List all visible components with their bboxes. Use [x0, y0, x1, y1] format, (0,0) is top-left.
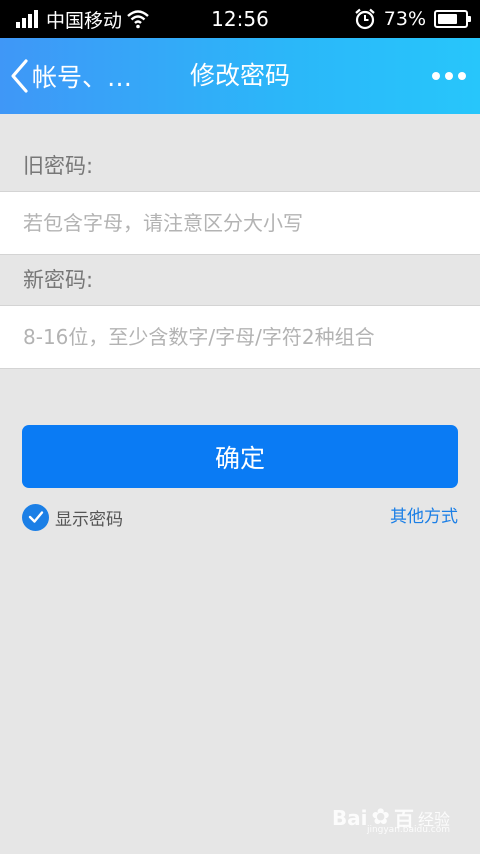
checkmark-icon — [22, 503, 49, 531]
watermark-url: jingyan.baidu.com — [366, 825, 450, 835]
more-dot-icon — [458, 72, 466, 80]
confirm-button[interactable]: 确定 — [22, 425, 458, 488]
battery-percent: 73% — [383, 8, 426, 30]
navigation-bar: 帐号、… 修改密码 — [0, 38, 480, 114]
watermark-brand: Bai — [331, 805, 368, 830]
signal-strength-icon — [16, 10, 38, 28]
other-method-link[interactable]: 其他方式 — [390, 503, 458, 531]
new-password-row — [0, 305, 480, 369]
new-password-label: 新密码: — [23, 268, 94, 292]
more-dot-icon — [445, 72, 453, 80]
old-password-row — [0, 191, 480, 255]
chevron-left-icon — [11, 59, 28, 93]
carrier-name: 中国移动 — [46, 9, 123, 32]
back-label: 帐号、… — [32, 63, 133, 92]
alarm-clock-icon — [355, 8, 375, 30]
old-password-label: 旧密码: — [23, 154, 94, 178]
wifi-icon — [127, 10, 149, 29]
battery-level-fill — [438, 14, 457, 24]
status-bar: 中国移动 12:56 73% — [0, 0, 480, 38]
old-password-input[interactable] — [0, 192, 480, 254]
back-button[interactable]: 帐号、… — [8, 38, 132, 114]
more-dot-icon — [432, 72, 440, 80]
show-password-toggle[interactable]: 显示密码 — [22, 503, 123, 531]
new-password-input[interactable] — [0, 306, 480, 368]
show-password-label: 显示密码 — [55, 509, 123, 530]
more-options-button[interactable] — [432, 38, 466, 114]
battery-icon — [434, 10, 471, 28]
baidu-jingyan-watermark: Bai ✿ 百 经验 jingyan.baidu.com — [331, 803, 450, 835]
